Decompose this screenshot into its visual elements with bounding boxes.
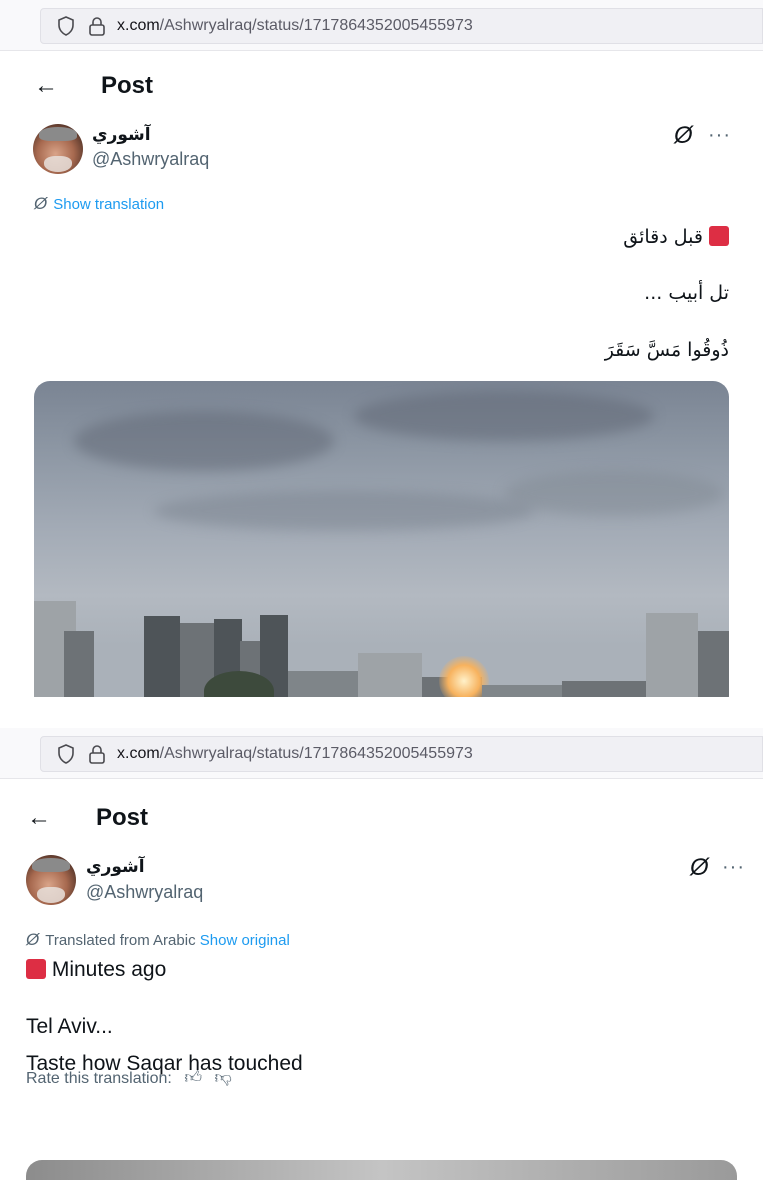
author-display-name[interactable]: آشوري (92, 125, 151, 145)
rate-translation-bar: Rate this translation: 👍︎ 👎︎ (26, 1067, 232, 1088)
screenshot-original: x.com/Ashwryalraq/status/171786435200545… (0, 0, 763, 697)
red-square-emoji (709, 226, 729, 246)
grok-icon[interactable]: Ø (690, 856, 709, 880)
tweet-video[interactable] (34, 381, 729, 697)
show-original-link[interactable]: Show original (200, 932, 290, 949)
browser-url-bar: x.com/Ashwryalraq/status/171786435200545… (0, 0, 763, 51)
tweet-line-3: ذُوقُوا مَسَّ سَقَرَ (604, 339, 729, 361)
url-host: x.com (117, 17, 160, 34)
url-path: /Ashwryalraq/status/1717864352005455973 (159, 745, 473, 762)
more-options-icon[interactable]: ··· (708, 124, 731, 147)
lock-icon (89, 17, 105, 36)
grok-icon[interactable]: Ø (674, 124, 693, 148)
back-arrow-icon[interactable]: ← (27, 806, 51, 830)
more-options-icon[interactable]: ··· (722, 856, 745, 879)
url-text[interactable]: x.com/Ashwryalraq/status/171786435200545… (117, 17, 473, 35)
tweet-line-1-text: Minutes ago (51, 958, 167, 981)
red-square-emoji (26, 959, 46, 979)
page-title: Post (101, 72, 154, 99)
thumbs-up-icon[interactable]: 👍︎ (184, 1068, 202, 1087)
screenshot-separator (0, 697, 763, 728)
translation-bar: Ø Show translation (34, 194, 164, 214)
shield-icon (58, 744, 74, 764)
author-handle[interactable]: @Ashwryalraq (92, 149, 209, 170)
tweet-video-preview[interactable] (26, 1160, 737, 1180)
translated-from-label: Translated from Arabic (45, 932, 196, 949)
tweet-line-1: قبل دقائق (623, 226, 729, 248)
translate-icon: Ø (34, 194, 48, 213)
page-title: Post (96, 804, 149, 831)
address-field[interactable]: x.com/Ashwryalraq/status/171786435200545… (40, 8, 763, 44)
url-host: x.com (117, 745, 160, 762)
screenshot-translated: x.com/Ashwryalraq/status/171786435200545… (0, 728, 763, 1173)
tweet-line-1: Minutes ago (26, 958, 166, 982)
rate-translation-label: Rate this translation: (26, 1070, 172, 1087)
address-field[interactable]: x.com/Ashwryalraq/status/171786435200545… (40, 736, 763, 772)
author-display-name[interactable]: آشوري (86, 857, 145, 877)
url-text[interactable]: x.com/Ashwryalraq/status/171786435200545… (117, 745, 473, 763)
thumbs-down-icon[interactable]: 👎︎ (215, 1068, 232, 1087)
lock-icon (89, 745, 105, 764)
browser-url-bar: x.com/Ashwryalraq/status/171786435200545… (0, 728, 763, 779)
avatar[interactable] (33, 124, 83, 174)
shield-icon (58, 16, 74, 36)
translation-bar: Ø Translated from Arabic Show original (26, 930, 290, 950)
url-path: /Ashwryalraq/status/1717864352005455973 (159, 17, 473, 34)
show-translation-link[interactable]: Show translation (53, 196, 164, 213)
tweet-line-1-text: قبل دقائق (623, 226, 703, 248)
tweet-line-2: Tel Aviv... (26, 1015, 113, 1038)
back-arrow-icon[interactable]: ← (34, 74, 58, 98)
tweet-line-2: تل أبيب ... (644, 282, 729, 304)
translate-icon: Ø (26, 930, 40, 949)
avatar[interactable] (26, 855, 76, 905)
author-handle[interactable]: @Ashwryalraq (86, 882, 203, 903)
